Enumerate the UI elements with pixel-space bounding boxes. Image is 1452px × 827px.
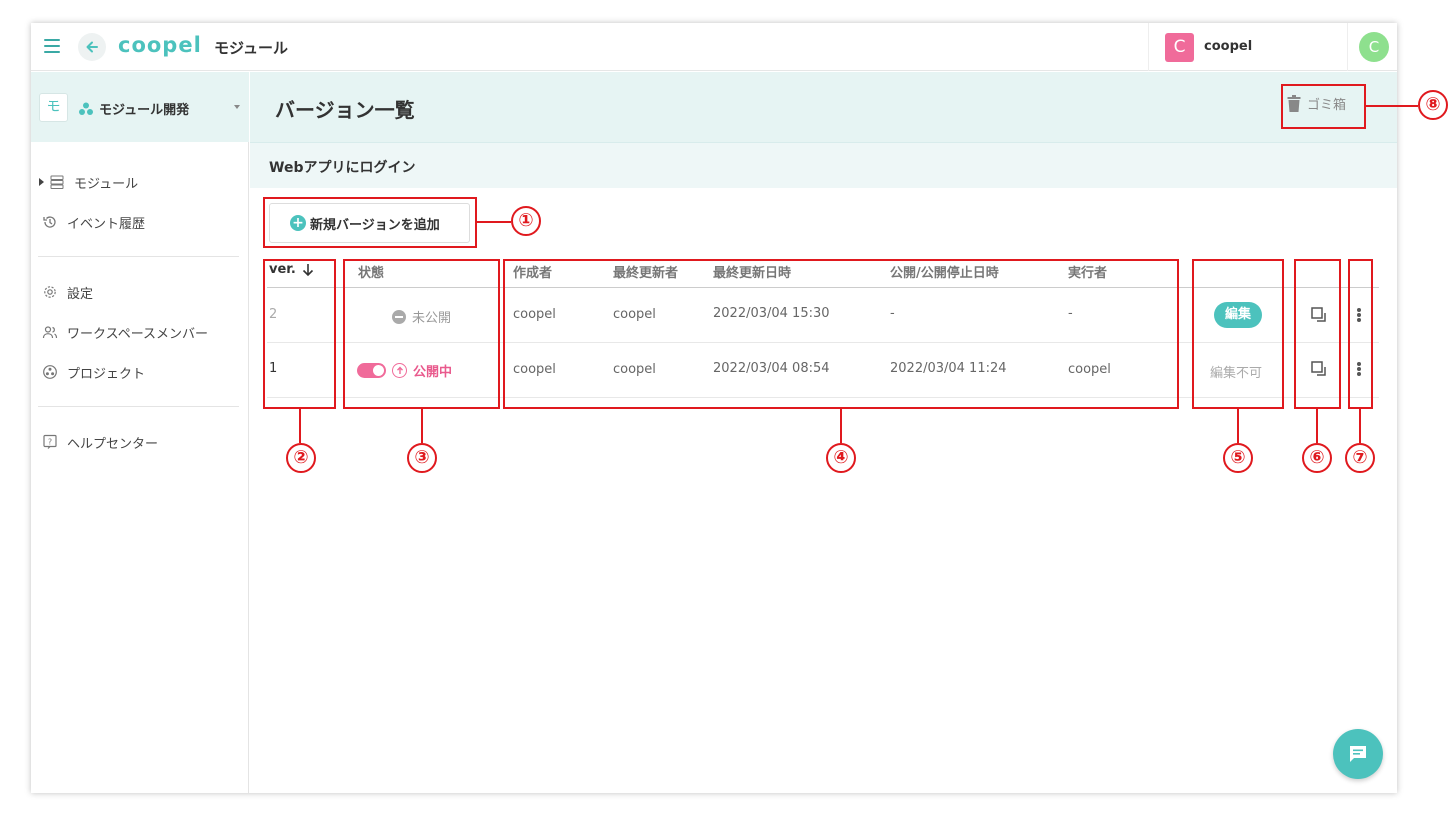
top-bar: coopel モジュール C coopel C: [31, 23, 1397, 71]
app-logo[interactable]: coopel: [118, 33, 202, 57]
history-icon: [41, 214, 59, 230]
sidebar-divider: [38, 256, 239, 257]
sidebar-item-label: ヘルプセンター: [67, 436, 159, 452]
workspace-switcher[interactable]: C coopel: [1148, 23, 1348, 71]
sidebar-item-label: モジュール: [74, 176, 139, 192]
sidebar-divider: [38, 406, 239, 407]
chat-icon: [1350, 746, 1366, 762]
annotation-number-1: ①: [511, 206, 541, 236]
members-icon: [41, 324, 59, 340]
annotation-number-3: ③: [407, 443, 437, 473]
cluster-icon: [79, 102, 93, 115]
arrow-left-icon: [86, 41, 98, 53]
sidebar-item-module[interactable]: モジュール: [39, 171, 138, 193]
annotation-connector: [840, 409, 842, 443]
sidebar-item-help-center[interactable]: ? ヘルプセンター: [41, 431, 158, 453]
caret-down-icon: [234, 105, 240, 109]
page-title: バージョン一覧: [275, 98, 415, 122]
project-name: モジュール開発: [99, 103, 190, 118]
annotation-connector: [477, 221, 511, 223]
gear-icon: [41, 284, 59, 300]
annotation-connector: [421, 409, 423, 443]
annotation-connector: [1359, 409, 1361, 443]
annotation-box-4: [503, 259, 1179, 409]
sidebar-item-project[interactable]: プロジェクト: [41, 361, 145, 383]
annotation-box-2: [263, 259, 336, 409]
annotation-box-8: [1281, 84, 1366, 129]
back-button[interactable]: [78, 33, 106, 61]
page-header: バージョン一覧 ゴミ箱: [250, 72, 1397, 142]
help-icon: ?: [41, 434, 59, 450]
module-name: Webアプリにログイン: [269, 160, 416, 176]
sidebar-item-label: 設定: [67, 286, 94, 302]
caret-right-icon: [39, 178, 44, 186]
annotation-connector: [1366, 105, 1418, 107]
annotation-box-1: [263, 197, 477, 248]
module-list-icon: [48, 174, 66, 190]
annotation-box-7: [1348, 259, 1373, 409]
project-icon-badge: モ: [39, 93, 68, 122]
annotation-number-4: ④: [826, 443, 856, 473]
annotation-box-6: [1294, 259, 1341, 409]
module-header: Webアプリにログイン: [250, 142, 1397, 188]
annotation-connector: [1237, 409, 1239, 443]
sidebar-item-workspace-members[interactable]: ワークスペースメンバー: [41, 321, 208, 343]
sidebar-item-event-history[interactable]: イベント履歴: [41, 211, 145, 233]
menu-icon[interactable]: [44, 39, 60, 53]
avatar[interactable]: C: [1359, 32, 1389, 62]
sidebar-item-label: プロジェクト: [67, 366, 146, 382]
workspace-icon: C: [1165, 33, 1194, 62]
svg-text:?: ?: [48, 438, 52, 447]
project-name-wrap: モジュール開発: [78, 99, 189, 118]
annotation-box-5: [1192, 259, 1284, 409]
project-selector[interactable]: モ モジュール開発: [31, 72, 249, 142]
annotation-number-7: ⑦: [1345, 443, 1375, 473]
annotation-box-3: [343, 259, 500, 409]
annotation-number-6: ⑥: [1302, 443, 1332, 473]
annotation-connector: [1316, 409, 1318, 443]
annotation-connector: [299, 409, 301, 443]
annotation-number-2: ②: [286, 443, 316, 473]
sidebar-item-label: イベント履歴: [67, 216, 146, 232]
workspace-name: coopel: [1204, 39, 1253, 54]
annotation-number-5: ⑤: [1223, 443, 1253, 473]
annotation-number-8: ⑧: [1418, 90, 1448, 120]
project-icon: [41, 364, 59, 380]
sidebar-item-settings[interactable]: 設定: [41, 281, 93, 303]
chat-button[interactable]: [1333, 729, 1383, 779]
app-section-title: モジュール: [214, 39, 288, 57]
sidebar: モ モジュール開発 モジュール イベント履歴 設定 ワークスペースメンバー プロ…: [31, 72, 249, 793]
sidebar-item-label: ワークスペースメンバー: [67, 326, 209, 342]
